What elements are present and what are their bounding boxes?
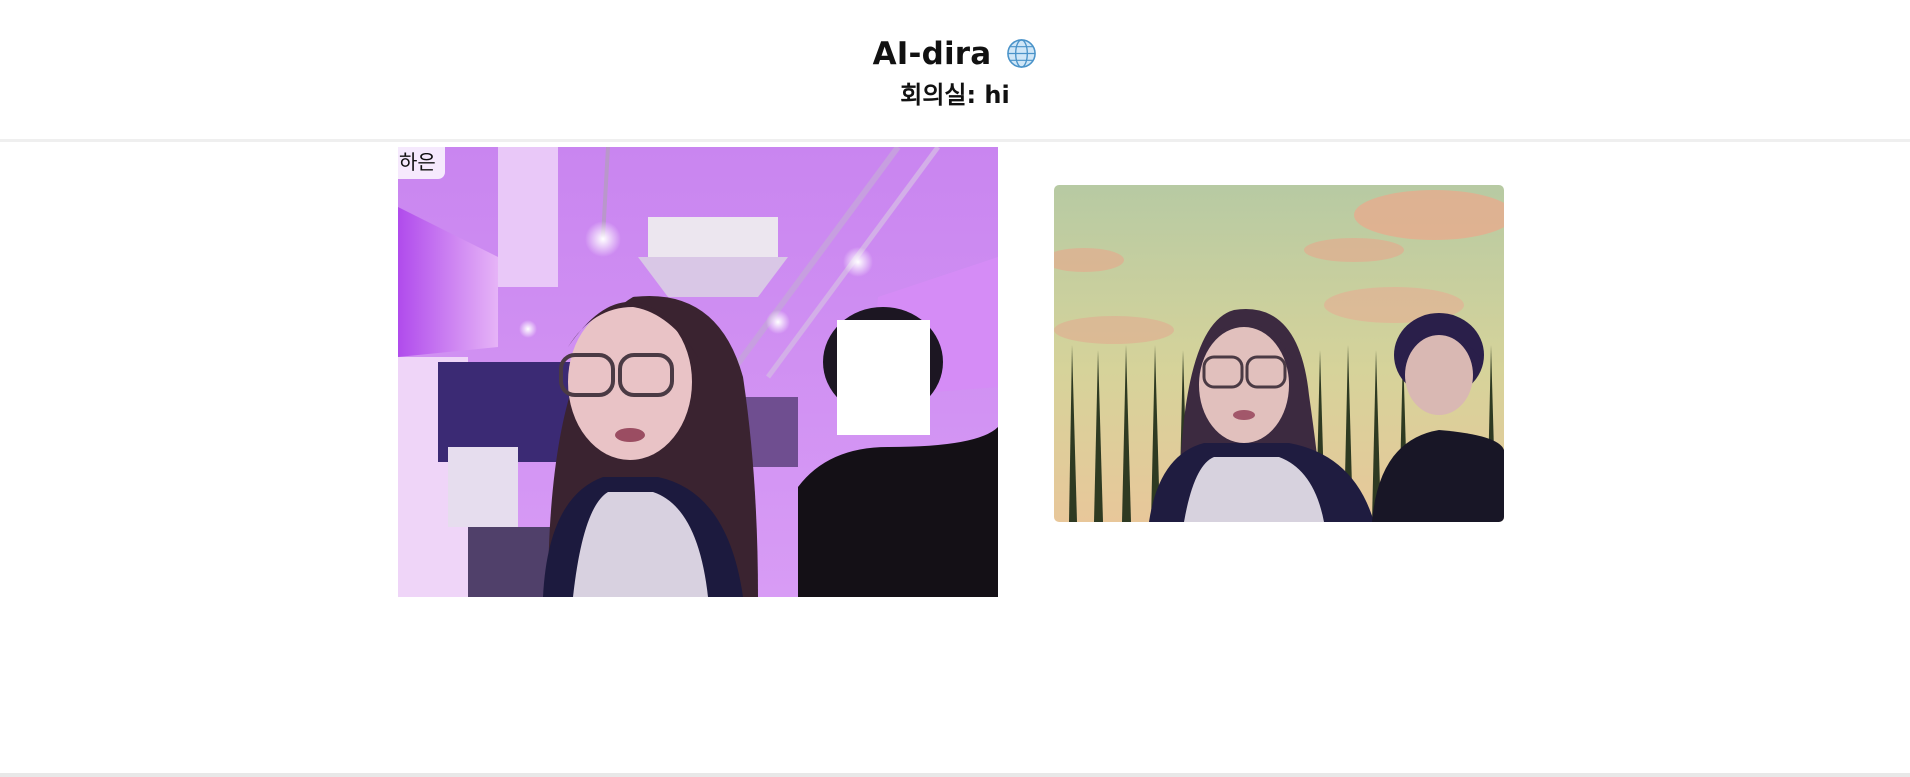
remote-video-frame	[1054, 185, 1504, 522]
face-privacy-mask	[837, 320, 930, 435]
page-header: AI-dira 회의실: hi	[0, 0, 1910, 142]
app-title: AI-dira	[872, 36, 992, 72]
participant-name-badge: 하은	[398, 147, 445, 179]
globe-icon	[1007, 39, 1037, 68]
app-title-row: AI-dira	[0, 34, 1910, 74]
room-name: 회의실: hi	[900, 81, 1010, 109]
remote-video-tile[interactable]	[1054, 185, 1504, 522]
local-video-tile[interactable]: 하은	[398, 147, 998, 597]
footer-divider	[0, 773, 1910, 777]
